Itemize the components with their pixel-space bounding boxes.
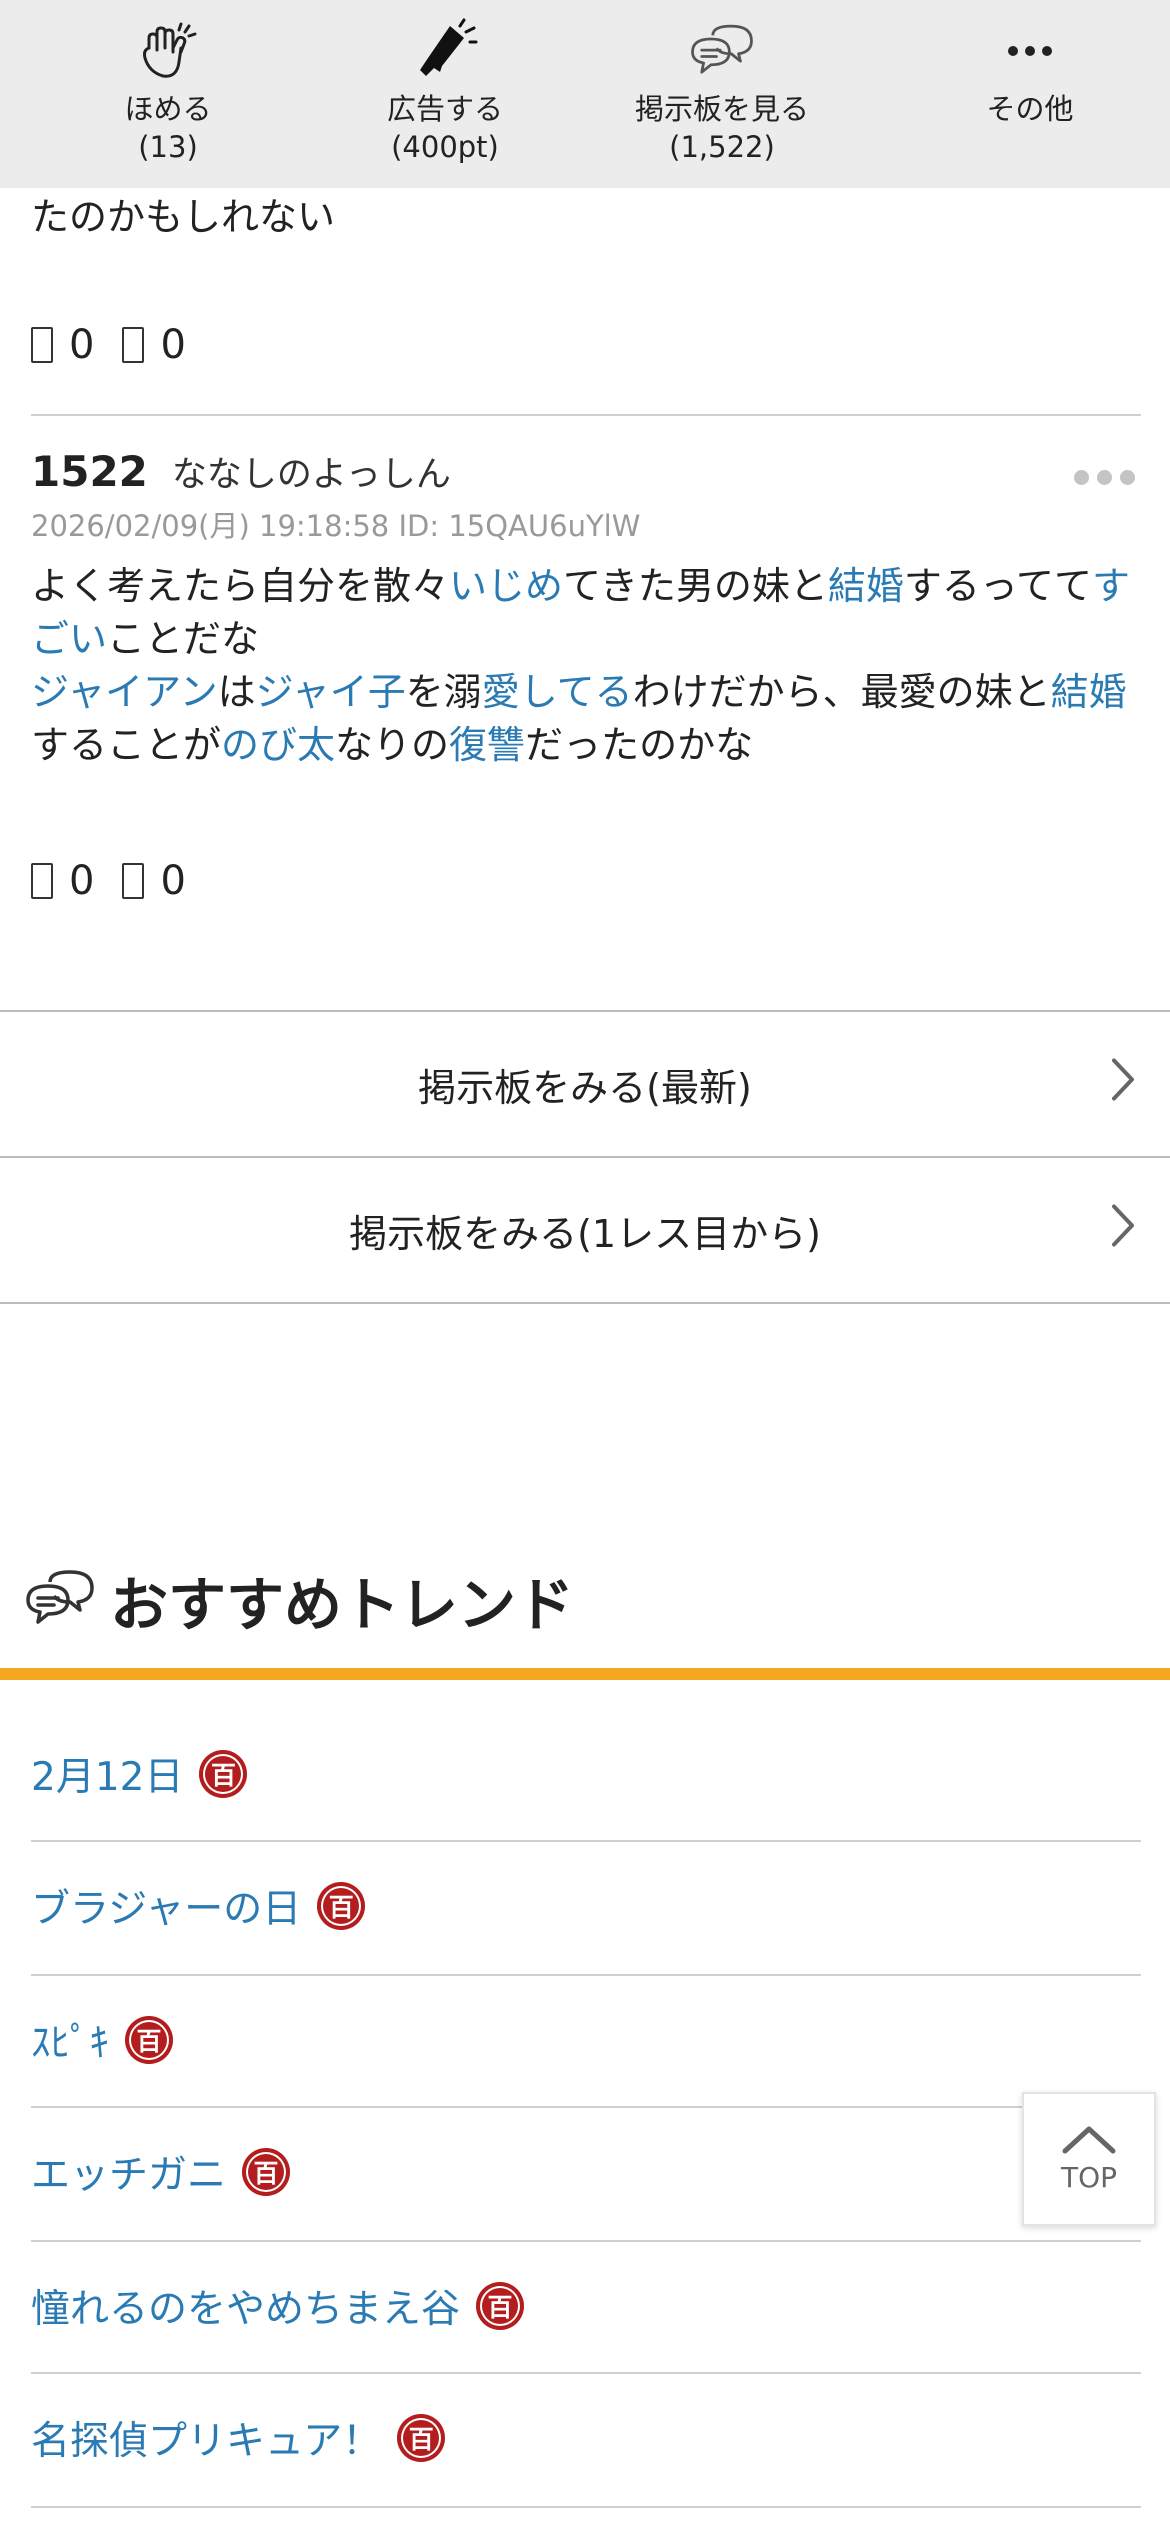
trend-divider [31,2372,1141,2374]
clapping-hands-icon [133,18,203,84]
scroll-top-button[interactable]: TOP [1022,2092,1156,2226]
keyword-link[interactable]: 復讐 [449,723,525,767]
trend-item[interactable]: エッチガニ 百 [31,2142,291,2202]
trend-item-label: ｽﾋﾟｷ [31,2021,110,2066]
board-latest-link[interactable]: 掲示板をみる(最新) [0,1012,1170,1156]
bad-button[interactable] [122,863,145,899]
trend-item[interactable]: 憧れるのをやめちまえ谷 百 [31,2276,525,2336]
trend-item-label: 憧れるのをやめちまえ谷 [31,2287,461,2332]
keyword-link[interactable]: ジャイアン [31,670,218,714]
megaphone-icon [410,18,480,84]
keyword-link[interactable]: 愛してる [482,670,633,714]
post-count: (1,522) [669,130,775,164]
trend-item-label: ブラジャーの日 [31,1887,302,1932]
trend-item[interactable]: 名探偵プリキュア！ 百 [31,2408,446,2468]
previous-post-reactions: 0 0 [31,320,204,370]
keyword-link[interactable]: のび太 [221,723,335,767]
trend-item[interactable]: ｽﾋﾟｷ 百 [31,2010,174,2070]
hyaku-badge-icon: 百 [242,2148,291,2196]
menu-dot [1120,470,1135,485]
menu-dot [1074,470,1089,485]
post-reactions: 0 0 [31,856,204,906]
post-meta: 2026/02/09(月) 19:18:58 ID: 15QAU6uYlW [31,509,641,543]
hyaku-badge-icon: 百 [476,2282,525,2330]
bad-count: 0 [160,858,186,904]
menu-dot [1097,470,1112,485]
chat-bubbles-icon [687,18,757,84]
chevron-right-icon [1110,1057,1136,1112]
post-text: だったのかな [525,723,754,767]
trend-item-label: 名探偵プリキュア！ [31,2419,382,2464]
advertise-button[interactable]: 広告する (400pt) [336,0,554,188]
hyaku-badge-icon: 百 [125,2016,174,2064]
post-text: わけだから、最愛の妹と [632,670,1051,714]
action-bar: ほめる (13) 広告する (400pt) 掲示板を見る (1,522) その他 [0,0,1170,188]
good-button[interactable] [31,327,53,363]
post-text: ことだな [107,617,260,661]
trend-divider [31,1974,1141,1976]
keyword-link[interactable]: いじめ [449,564,563,608]
post-text: てきた男の妹と [563,564,828,608]
keyword-link[interactable]: 結婚 [828,564,904,608]
post-author: ななしのよっしん [171,455,451,495]
advertise-label: 広告する [386,92,503,126]
trend-divider [31,2106,1141,2108]
praise-button[interactable]: ほめる (13) [0,0,336,188]
view-board-label: 掲示板を見る [634,92,809,126]
bad-count: 0 [160,322,186,368]
praise-count: (13) [138,130,198,164]
trend-title: おすすめトレンド [110,1571,575,1639]
trend-divider [31,2240,1141,2242]
trend-item-label: エッチガニ [31,2153,227,2198]
chevron-up-icon [1061,2125,1117,2159]
post-text: するってて [903,564,1093,608]
other-menu-button[interactable]: その他 [890,0,1170,188]
trend-item-label: 2月12日 [31,1755,184,1800]
board-first-link[interactable]: 掲示板をみる(1レス目から) [0,1158,1170,1302]
bad-button[interactable] [122,327,145,363]
hyaku-badge-icon: 百 [397,2414,446,2462]
post-header: 1522 ななしのよっしん [31,446,451,497]
keyword-link[interactable]: 結婚 [1051,670,1127,714]
view-board-button[interactable]: 掲示板を見る (1,522) [554,0,890,188]
post-divider [31,414,1141,416]
trend-accent-bar [0,1668,1170,1680]
trend-header: おすすめトレンド [22,1558,574,1642]
keyword-link[interactable]: ジャイ子 [256,670,406,714]
post-text: することが [31,723,222,767]
trend-divider [31,1840,1141,1842]
more-dots-icon [995,18,1065,84]
praise-label: ほめる [124,92,212,126]
post-number[interactable]: 1522 [31,447,148,496]
section-divider [0,1302,1170,1304]
advertise-points: (400pt) [391,130,499,164]
good-count: 0 [69,322,95,368]
other-label: その他 [986,92,1074,126]
chevron-right-icon [1110,1203,1136,1258]
post-menu-button[interactable] [1074,470,1135,485]
post-text: なりの [335,723,450,767]
scroll-top-label: TOP [1060,2160,1118,2194]
previous-post-text: たのかもしれない [31,195,336,239]
post-body: よく考えたら自分を散々いじめてきた男の妹と結婚するっててすごいことだな ジャイア… [31,560,1141,772]
trend-divider [31,2506,1141,2508]
post-text: よく考えたら自分を散々 [31,564,450,608]
hyaku-badge-icon: 百 [199,1750,248,1798]
board-first-label: 掲示板をみる(1レス目から) [349,1211,821,1256]
good-button[interactable] [31,863,53,899]
good-count: 0 [69,858,95,904]
hyaku-badge-icon: 百 [317,1882,366,1930]
post-text: を溺 [405,670,482,714]
chat-bubbles-icon [22,1568,98,1632]
trend-item[interactable]: ブラジャーの日 百 [31,1876,366,1936]
trend-item[interactable]: 2月12日 百 [31,1744,248,1804]
board-latest-label: 掲示板をみる(最新) [418,1065,752,1110]
post-text: は [217,670,256,714]
